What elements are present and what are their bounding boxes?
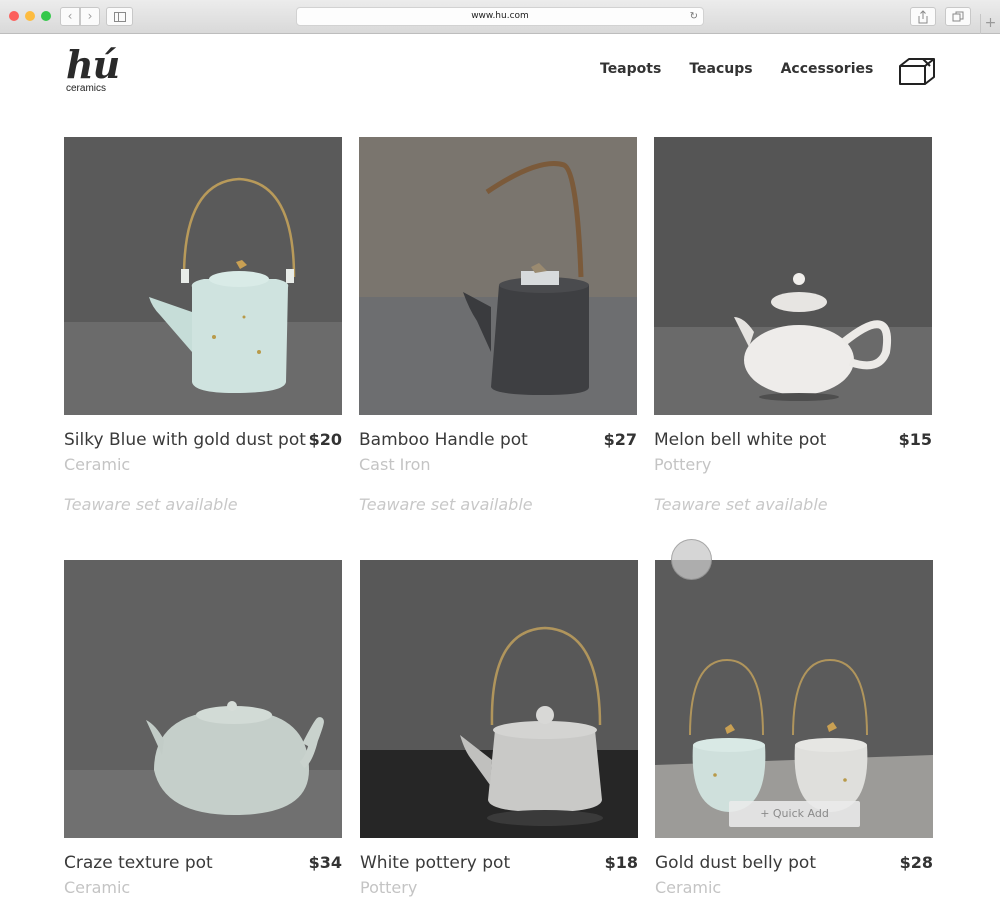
nav-item-teapots[interactable]: Teapots [600, 61, 661, 77]
teaware-note: Teaware set available [64, 495, 238, 514]
product-price: $27 [603, 430, 637, 449]
product-price: $28 [899, 853, 933, 872]
product-card[interactable]: Melon bell white pot $15 Pottery Teaware… [654, 137, 932, 514]
nav-item-accessories[interactable]: Accessories [781, 61, 874, 77]
product-price: $18 [604, 853, 638, 872]
minimize-window-button[interactable] [25, 11, 35, 21]
touch-cursor [671, 539, 712, 580]
product-card[interactable]: + Quick Add Gold dust belly pot $28 Cera… [655, 560, 933, 897]
product-photo[interactable] [654, 137, 932, 415]
product-card[interactable]: Craze texture pot $34 Ceramic [64, 560, 342, 897]
url-text: www.hu.com [471, 11, 529, 21]
teaware-note: Teaware set available [654, 495, 828, 514]
quick-add-button[interactable]: + Quick Add [729, 801, 860, 827]
product-photo[interactable]: + Quick Add [655, 560, 933, 838]
back-button[interactable]: ‹ [60, 7, 80, 26]
product-name[interactable]: Melon bell white pot [654, 430, 826, 450]
address-bar[interactable]: www.hu.com ↻ [296, 7, 704, 26]
new-tab-button[interactable]: + [980, 14, 1000, 34]
product-photo[interactable] [64, 137, 342, 415]
product-name[interactable]: Gold dust belly pot [655, 853, 816, 873]
product-material: Pottery [654, 455, 712, 474]
product-photo[interactable] [64, 560, 342, 838]
cart-button[interactable] [897, 55, 937, 87]
sidebar-toggle-button[interactable] [106, 7, 133, 26]
site-logo[interactable]: hú ceramics [66, 42, 120, 95]
teaware-note: Teaware set available [359, 495, 533, 514]
product-photo[interactable] [359, 137, 637, 415]
product-card[interactable]: White pottery pot $18 Pottery [360, 560, 638, 897]
product-price: $15 [898, 430, 932, 449]
forward-button[interactable]: › [80, 7, 100, 26]
product-material: Ceramic [655, 878, 722, 897]
product-photo[interactable] [360, 560, 638, 838]
product-card[interactable]: Silky Blue with gold dust pot $20 Cerami… [64, 137, 342, 514]
product-name[interactable]: Craze texture pot [64, 853, 213, 873]
box-cart-icon [899, 58, 935, 85]
product-name[interactable]: Bamboo Handle pot [359, 430, 528, 450]
product-name[interactable]: White pottery pot [360, 853, 510, 873]
main-nav: Teapots Teacups Accessories [600, 61, 873, 77]
close-window-button[interactable] [9, 11, 19, 21]
product-price: $20 [308, 430, 342, 449]
product-material: Cast Iron [359, 455, 431, 474]
chevron-right-icon: › [87, 9, 93, 23]
tab-overview-button[interactable] [945, 7, 971, 26]
product-material: Ceramic [64, 455, 131, 474]
share-button[interactable] [910, 7, 936, 26]
nav-item-teacups[interactable]: Teacups [689, 61, 752, 77]
product-material: Ceramic [64, 878, 131, 897]
sidebar-icon [114, 12, 126, 22]
tabs-icon [952, 11, 964, 22]
reload-icon[interactable]: ↻ [690, 8, 698, 25]
product-name[interactable]: Silky Blue with gold dust pot [64, 430, 306, 450]
logo-mark: hú [66, 42, 120, 87]
chevron-left-icon: ‹ [67, 9, 73, 23]
product-material: Pottery [360, 878, 418, 897]
product-card[interactable]: Bamboo Handle pot $27 Cast Iron Teaware … [359, 137, 637, 514]
share-icon [918, 10, 928, 24]
product-price: $34 [308, 853, 342, 872]
zoom-window-button[interactable] [41, 11, 51, 21]
browser-toolbar: ‹ › www.hu.com ↻ + [0, 0, 1000, 34]
